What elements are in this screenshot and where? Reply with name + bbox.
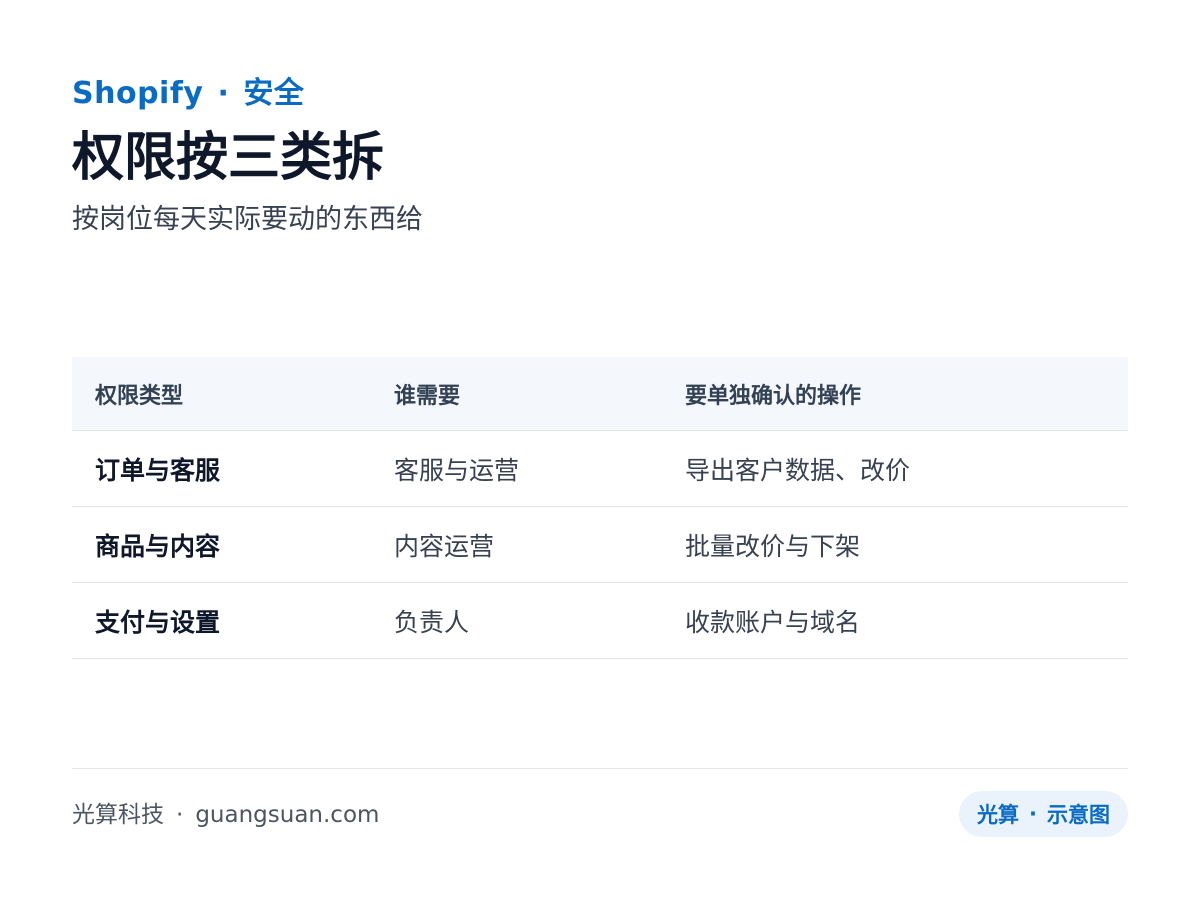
column-header-permission-type: 权限类型 [95,383,184,409]
table-row: 支付与设置 负责人 收款账户与域名 [72,583,1128,659]
column-header-who-needs: 谁需要 [394,383,461,409]
eyebrow: Shopify · 安全 [72,68,304,112]
page-title: 权限按三类拆 [72,128,385,188]
confirm-actions-cell: 导出客户数据、改价 [685,455,911,485]
permission-type-cell: 支付与设置 [95,607,221,637]
who-needs-cell: 负责人 [394,607,470,637]
table-header-row: 权限类型 谁需要 要单独确认的操作 [72,357,1128,431]
badge-separator: · [1029,802,1037,826]
company-name: 光算科技 [72,802,164,828]
badge-brand: 光算 [977,803,1020,827]
page-subtitle: 按岗位每天实际要动的东西给 [72,204,423,235]
confirm-actions-cell: 批量改价与下架 [685,531,861,561]
who-needs-cell: 内容运营 [394,531,495,561]
footer-attribution: 光算科技 · guangsuan.com [72,797,379,833]
column-header-confirm-actions: 要单独确认的操作 [685,383,862,409]
badge-label: 示意图 [1047,803,1110,827]
confirm-actions-cell: 收款账户与域名 [685,607,861,637]
company-domain: guangsuan.com [195,802,380,828]
who-needs-cell: 客服与运营 [394,455,520,485]
table-row: 订单与客服 客服与运营 导出客户数据、改价 [72,431,1128,507]
brand-label: Shopify [72,76,204,111]
permission-type-cell: 商品与内容 [95,531,221,561]
eyebrow-separator: · [217,76,230,111]
table-row: 商品与内容 内容运营 批量改价与下架 [72,507,1128,583]
permission-type-cell: 订单与客服 [95,455,221,485]
footer-divider [72,768,1128,769]
permissions-table: 权限类型 谁需要 要单独确认的操作 订单与客服 客服与运营 导出客户数据、改价 … [72,357,1128,659]
footer-separator: · [176,802,184,828]
illustration-badge: 光算 · 示意图 [959,791,1128,837]
page: Shopify · 安全 权限按三类拆 按岗位每天实际要动的东西给 权限类型 谁需要… [72,0,1128,900]
category-label: 安全 [243,76,305,111]
